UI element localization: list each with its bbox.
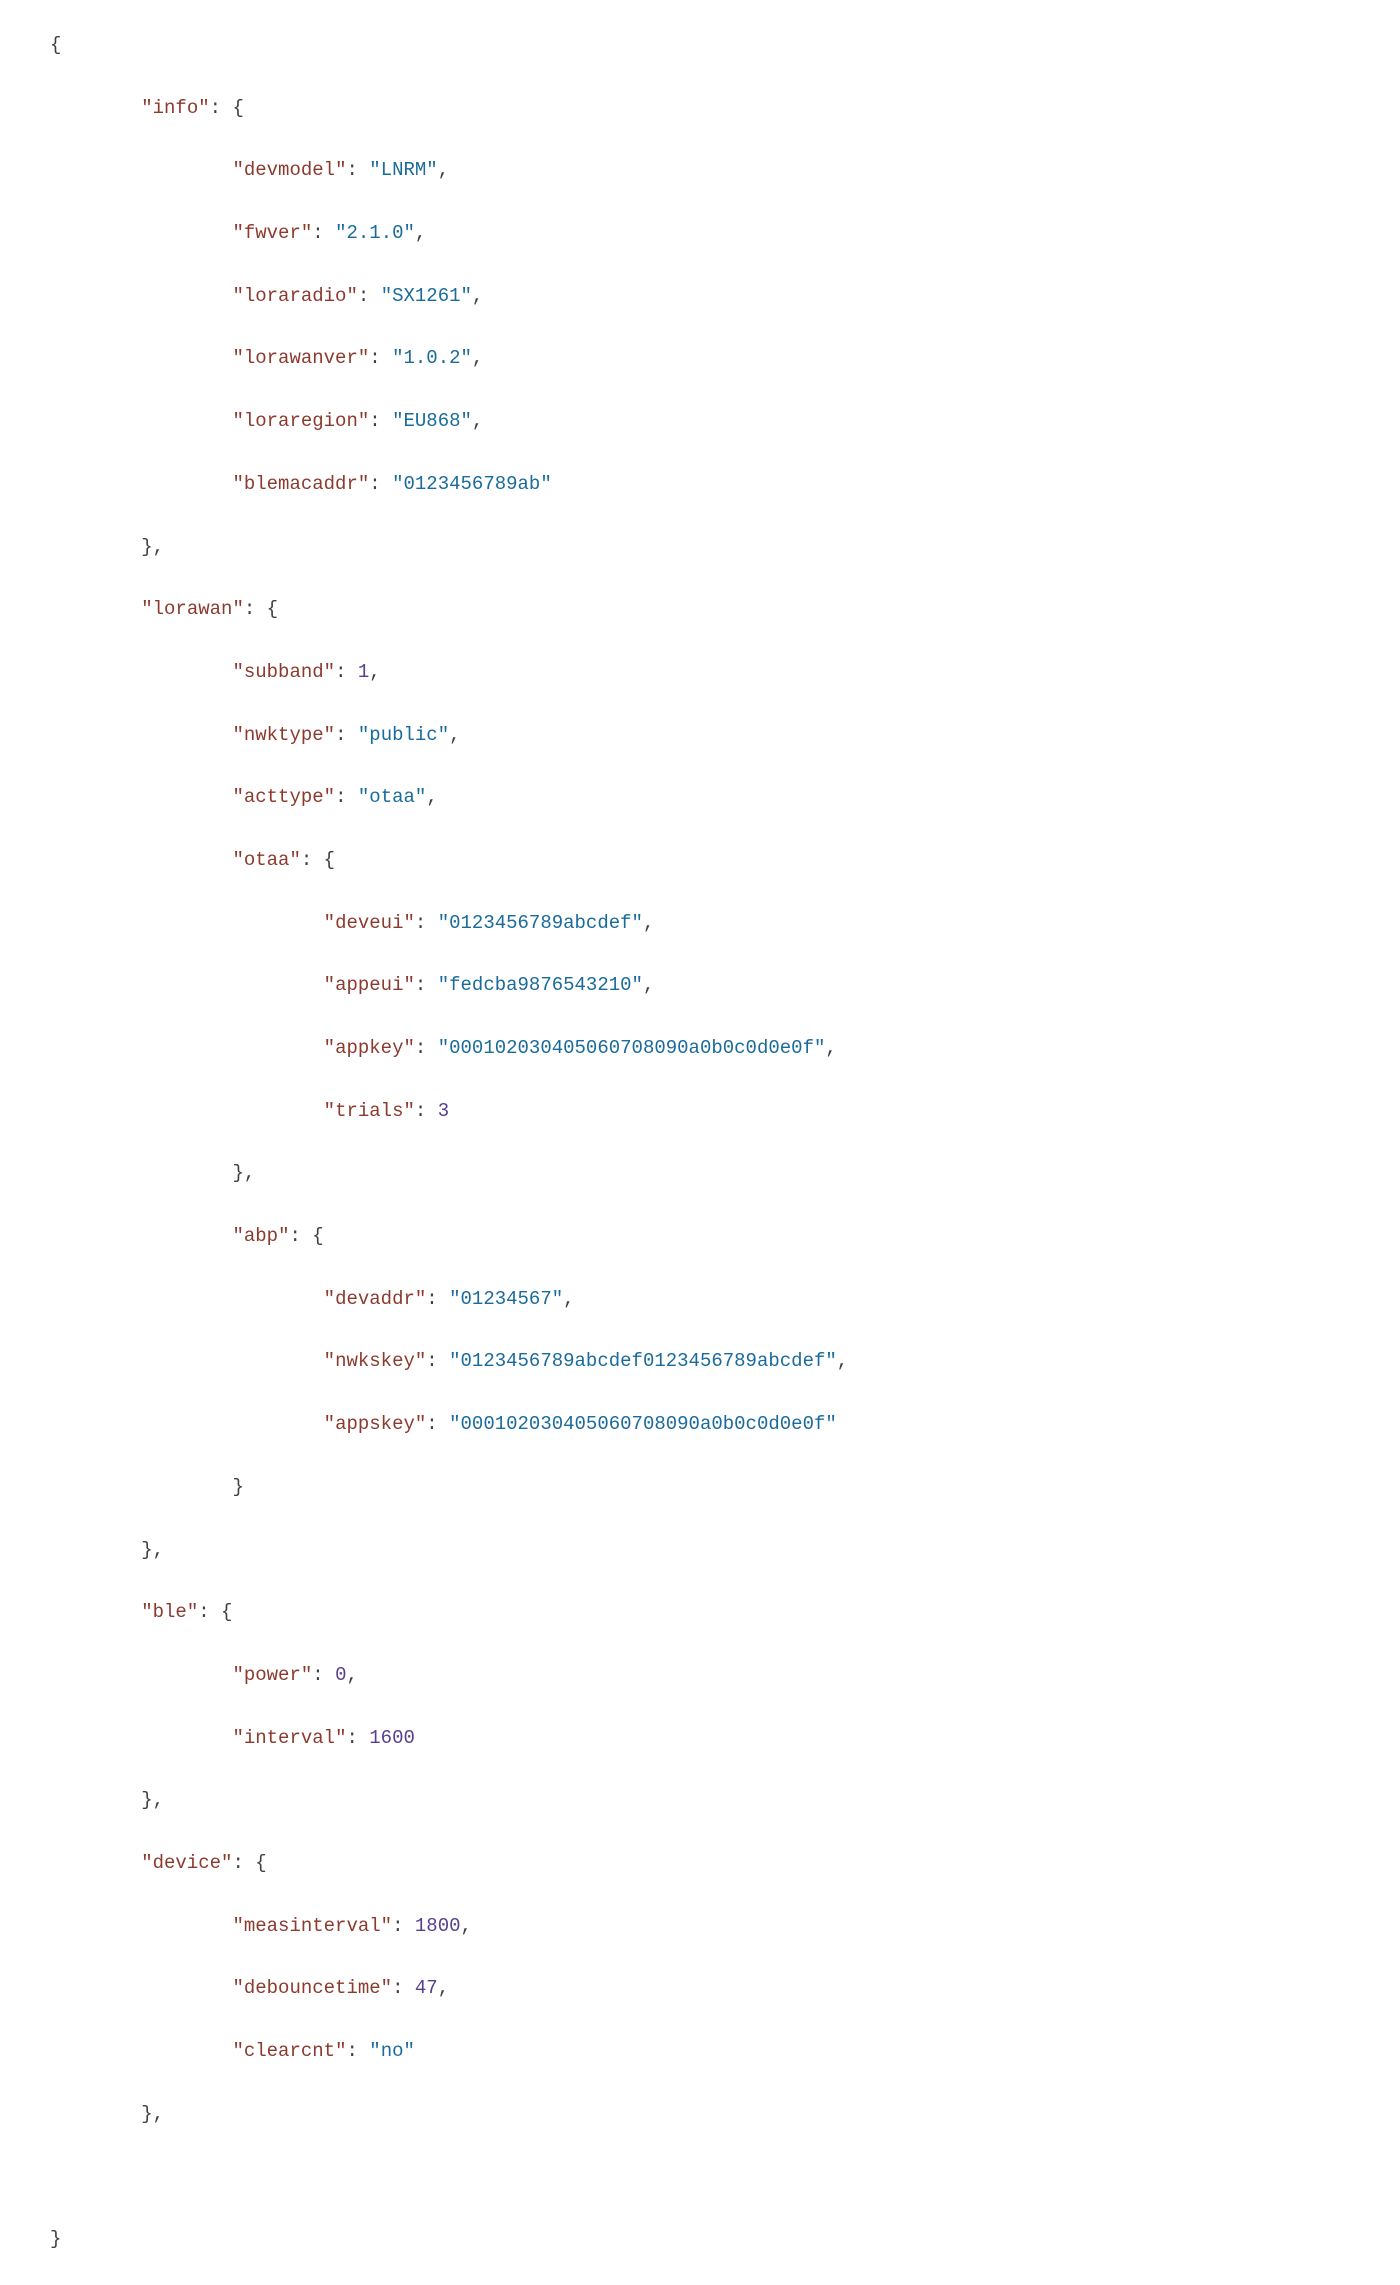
json-key: appkey bbox=[324, 1037, 415, 1059]
code-line: }, bbox=[50, 532, 1360, 563]
json-key: power bbox=[232, 1664, 312, 1686]
code-line: lorawanver: 1.0.2, bbox=[50, 343, 1360, 374]
json-key: loraradio bbox=[232, 285, 357, 307]
json-key: nwktype bbox=[232, 724, 335, 746]
json-key: subband bbox=[232, 661, 335, 683]
code-line: blemacaddr: 0123456789ab bbox=[50, 469, 1360, 500]
json-key: abp bbox=[232, 1225, 289, 1247]
json-string: 0123456789abcdef0123456789abcdef bbox=[449, 1350, 837, 1372]
code-line: appskey: 000102030405060708090a0b0c0d0e0… bbox=[50, 1409, 1360, 1440]
json-key: ble bbox=[141, 1601, 198, 1623]
json-key: blemacaddr bbox=[232, 473, 369, 495]
code-line: info: { bbox=[50, 93, 1360, 124]
json-key: appskey bbox=[324, 1413, 427, 1435]
code-line: loraradio: SX1261, bbox=[50, 281, 1360, 312]
code-line: ble: { bbox=[50, 1597, 1360, 1628]
code-line: fwver: 2.1.0, bbox=[50, 218, 1360, 249]
json-key: clearcnt bbox=[232, 2040, 346, 2062]
json-string: 0123456789ab bbox=[392, 473, 552, 495]
code-line: subband: 1, bbox=[50, 657, 1360, 688]
json-string: public bbox=[358, 724, 449, 746]
code-line: nwkskey: 0123456789abcdef0123456789abcde… bbox=[50, 1346, 1360, 1377]
json-string: no bbox=[369, 2040, 415, 2062]
json-key: measinterval bbox=[232, 1915, 392, 1937]
json-number: 3 bbox=[438, 1100, 449, 1122]
json-string: 0123456789abcdef bbox=[438, 912, 643, 934]
json-string: 2.1.0 bbox=[335, 222, 415, 244]
code-line: appeui: fedcba9876543210, bbox=[50, 970, 1360, 1001]
json-key: deveui bbox=[324, 912, 415, 934]
code-line: clearcnt: no bbox=[50, 2036, 1360, 2067]
code-line: } bbox=[50, 1472, 1360, 1503]
json-string: 000102030405060708090a0b0c0d0e0f bbox=[449, 1413, 837, 1435]
json-key: trials bbox=[324, 1100, 415, 1122]
code-line: otaa: { bbox=[50, 845, 1360, 876]
code-line: abp: { bbox=[50, 1221, 1360, 1252]
code-line: nwktype: public, bbox=[50, 720, 1360, 751]
json-key: lorawan bbox=[141, 598, 244, 620]
code-line: measinterval: 1800, bbox=[50, 1911, 1360, 1942]
json-key: fwver bbox=[232, 222, 312, 244]
code-line: power: 0, bbox=[50, 1660, 1360, 1691]
code-line: } bbox=[50, 2224, 1360, 2255]
json-key: loraregion bbox=[232, 410, 369, 432]
json-number: 47 bbox=[415, 1977, 438, 1999]
json-key: lorawanver bbox=[232, 347, 369, 369]
code-line bbox=[50, 2161, 1360, 2192]
code-line: }, bbox=[50, 1158, 1360, 1189]
json-string: 000102030405060708090a0b0c0d0e0f bbox=[438, 1037, 826, 1059]
json-key: devmodel bbox=[232, 159, 346, 181]
code-line: appkey: 000102030405060708090a0b0c0d0e0f… bbox=[50, 1033, 1360, 1064]
code-line: { bbox=[50, 30, 1360, 61]
code-line: }, bbox=[50, 1535, 1360, 1566]
json-string: fedcba9876543210 bbox=[438, 974, 643, 996]
code-line: }, bbox=[50, 1785, 1360, 1816]
json-key: nwkskey bbox=[324, 1350, 427, 1372]
json-key: devaddr bbox=[324, 1288, 427, 1310]
code-line: acttype: otaa, bbox=[50, 782, 1360, 813]
code-line: trials: 3 bbox=[50, 1096, 1360, 1127]
json-string: 01234567 bbox=[449, 1288, 563, 1310]
code-line: deveui: 0123456789abcdef, bbox=[50, 908, 1360, 939]
json-code-block: { info: { devmodel: LNRM, fwver: 2.1.0, … bbox=[50, 30, 1360, 2255]
code-line: loraregion: EU868, bbox=[50, 406, 1360, 437]
json-number: 0 bbox=[335, 1664, 346, 1686]
json-string: otaa bbox=[358, 786, 426, 808]
json-string: SX1261 bbox=[381, 285, 472, 307]
code-line: interval: 1600 bbox=[50, 1723, 1360, 1754]
json-string: 1.0.2 bbox=[392, 347, 472, 369]
json-number: 1600 bbox=[369, 1727, 415, 1749]
json-key: debouncetime bbox=[232, 1977, 392, 1999]
code-line: lorawan: { bbox=[50, 594, 1360, 625]
code-line: devaddr: 01234567, bbox=[50, 1284, 1360, 1315]
code-line: debouncetime: 47, bbox=[50, 1973, 1360, 2004]
json-key: otaa bbox=[232, 849, 300, 871]
json-key: device bbox=[141, 1852, 232, 1874]
json-key: appeui bbox=[324, 974, 415, 996]
json-string: LNRM bbox=[369, 159, 437, 181]
json-key: info bbox=[141, 97, 209, 119]
json-number: 1800 bbox=[415, 1915, 461, 1937]
json-string: EU868 bbox=[392, 410, 472, 432]
code-line: device: { bbox=[50, 1848, 1360, 1879]
json-key: interval bbox=[232, 1727, 346, 1749]
code-line: devmodel: LNRM, bbox=[50, 155, 1360, 186]
json-number: 1 bbox=[358, 661, 369, 683]
code-line: }, bbox=[50, 2099, 1360, 2130]
json-key: acttype bbox=[232, 786, 335, 808]
